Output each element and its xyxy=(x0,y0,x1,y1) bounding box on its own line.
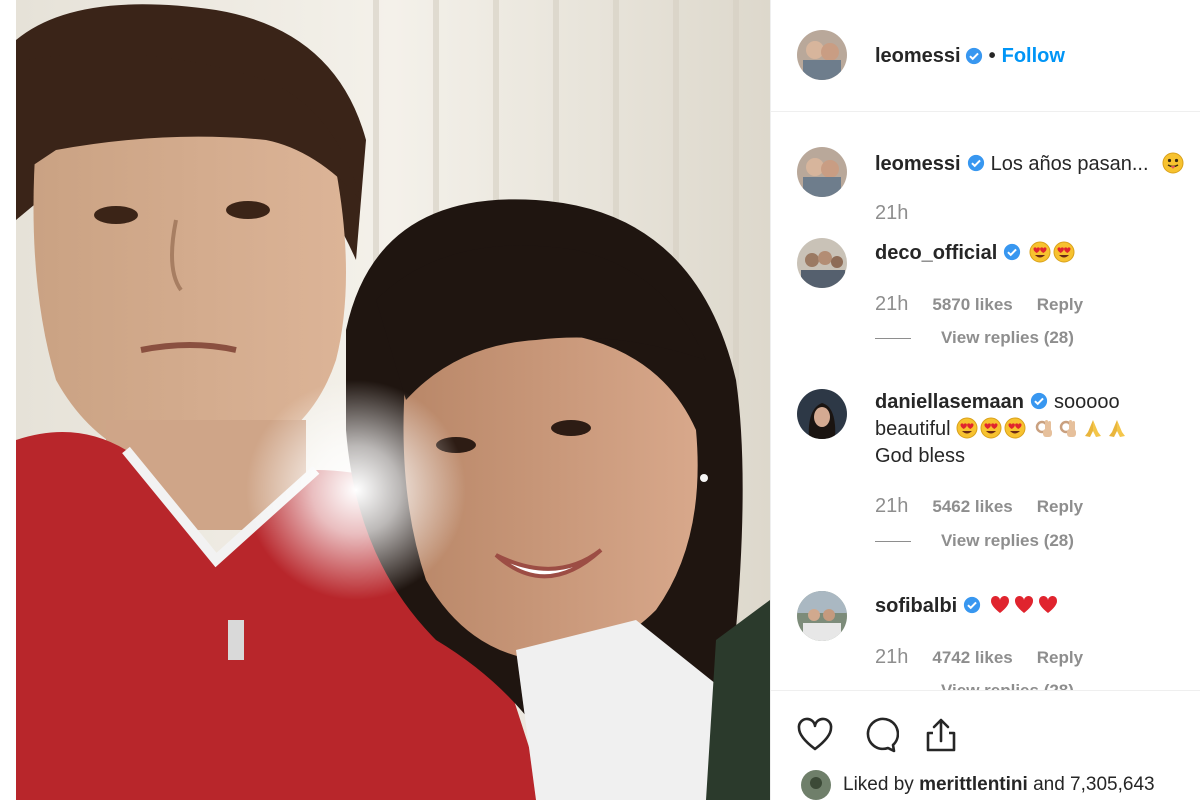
comment-time: 21h xyxy=(875,202,909,224)
liker-avatar[interactable] xyxy=(801,770,831,800)
replies-divider-line xyxy=(875,540,911,542)
heart-eyes-emoji-icon xyxy=(1004,417,1026,439)
comment-likes[interactable]: 5870 likes xyxy=(932,295,1012,315)
comment-meta: 21h 4742 likes Reply xyxy=(875,646,1083,669)
avatar-image xyxy=(801,770,831,800)
avatar-image xyxy=(797,30,847,80)
verified-badge-icon xyxy=(1003,243,1021,261)
author-avatar[interactable] xyxy=(797,30,847,80)
commenter-avatar[interactable] xyxy=(797,591,847,641)
view-replies-button[interactable]: View replies (28) xyxy=(875,531,1074,551)
author-row: leomessi • Follow xyxy=(875,42,1065,70)
author-username[interactable]: leomessi xyxy=(875,45,961,68)
comment-text: leomessi Los años pasan... xyxy=(875,151,1193,178)
liked-by-user[interactable]: merittlentini xyxy=(919,774,1028,795)
comment-text: daniellasemaan sooooo beautiful God bless xyxy=(875,389,1193,470)
liked-by-count[interactable]: and 7,305,643 xyxy=(1033,774,1155,795)
red-heart-emoji-icon xyxy=(1013,594,1035,616)
tongue-face-emoji-icon xyxy=(1162,152,1184,174)
comment-time: 21h xyxy=(875,646,909,668)
praying-hands-emoji-icon xyxy=(1082,417,1104,439)
commenter-avatar[interactable] xyxy=(797,147,847,197)
avatar-image xyxy=(797,591,847,641)
verified-badge-icon xyxy=(967,154,985,172)
avatar-image xyxy=(797,238,847,288)
verified-badge-icon xyxy=(1030,392,1048,410)
red-heart-emoji-icon xyxy=(1037,594,1059,616)
comment-time: 21h xyxy=(875,293,909,315)
share-icon[interactable] xyxy=(921,715,961,755)
comment-meta: 21h 5462 likes Reply xyxy=(875,495,1083,518)
comment-likes[interactable]: 4742 likes xyxy=(932,648,1012,668)
post-photo[interactable] xyxy=(16,0,770,800)
avatar-image xyxy=(797,389,847,439)
comment-username[interactable]: daniellasemaan xyxy=(875,391,1024,413)
reply-button[interactable]: Reply xyxy=(1037,648,1083,668)
comment-body-line1: sooooo xyxy=(1053,391,1120,413)
view-replies-label: View replies (28) xyxy=(941,531,1074,550)
heart-eyes-emoji-icon xyxy=(1053,241,1075,263)
separator-dot: • xyxy=(988,44,996,67)
photo-illustration xyxy=(16,0,770,800)
reply-button[interactable]: Reply xyxy=(1037,295,1083,315)
comment-body: Los años pasan... xyxy=(990,153,1149,175)
comment-text: deco_official xyxy=(875,240,1193,267)
replies-divider-line xyxy=(875,337,911,339)
comment-time: 21h xyxy=(875,495,909,517)
liked-by-prefix: Liked by xyxy=(843,774,914,795)
view-replies-button[interactable]: View replies (28) xyxy=(875,328,1074,348)
ok-hand-emoji-icon xyxy=(1058,417,1080,439)
commenter-avatar[interactable] xyxy=(797,238,847,288)
reply-button[interactable]: Reply xyxy=(1037,497,1083,517)
comment-bubble-icon[interactable] xyxy=(859,715,899,755)
post-header: leomessi • Follow xyxy=(771,0,1200,112)
liked-by-row: Liked by merittlentini and 7,305,643 xyxy=(801,770,1155,800)
view-replies-label: View replies (28) xyxy=(941,681,1074,690)
comment-body-line2: beautiful xyxy=(875,418,951,440)
comment-username[interactable]: deco_official xyxy=(875,242,997,264)
praying-hands-emoji-icon xyxy=(1106,417,1128,439)
commenter-avatar[interactable] xyxy=(797,389,847,439)
heart-outline-icon[interactable] xyxy=(795,715,835,755)
comment-username[interactable]: sofibalbi xyxy=(875,595,957,617)
comment-meta: 21h 5870 likes Reply xyxy=(875,293,1083,316)
red-heart-emoji-icon xyxy=(989,594,1011,616)
heart-eyes-emoji-icon xyxy=(956,417,978,439)
comment-text: sofibalbi xyxy=(875,593,1193,620)
verified-badge-icon xyxy=(963,596,981,614)
view-replies-label: View replies (28) xyxy=(941,328,1074,347)
comments-list[interactable]: leomessi Los años pasan... 21h deco_offic… xyxy=(771,113,1200,690)
post-side-panel: leomessi • Follow leomessi Los años pasan… xyxy=(770,0,1200,800)
comment-body-line3: God bless xyxy=(875,445,966,467)
verified-badge-icon xyxy=(965,47,983,65)
follow-button[interactable]: Follow xyxy=(1002,45,1065,68)
heart-eyes-emoji-icon xyxy=(1029,241,1051,263)
liked-by-text: Liked by merittlentini and 7,305,643 xyxy=(843,774,1155,796)
heart-eyes-emoji-icon xyxy=(980,417,1002,439)
view-replies-button[interactable]: View replies (28) xyxy=(875,681,1074,690)
avatar-image xyxy=(797,147,847,197)
comment-username[interactable]: leomessi xyxy=(875,153,961,175)
comment-likes[interactable]: 5462 likes xyxy=(932,497,1012,517)
ok-hand-emoji-icon xyxy=(1034,417,1056,439)
left-margin xyxy=(0,0,16,800)
comment-meta: 21h xyxy=(875,202,908,225)
